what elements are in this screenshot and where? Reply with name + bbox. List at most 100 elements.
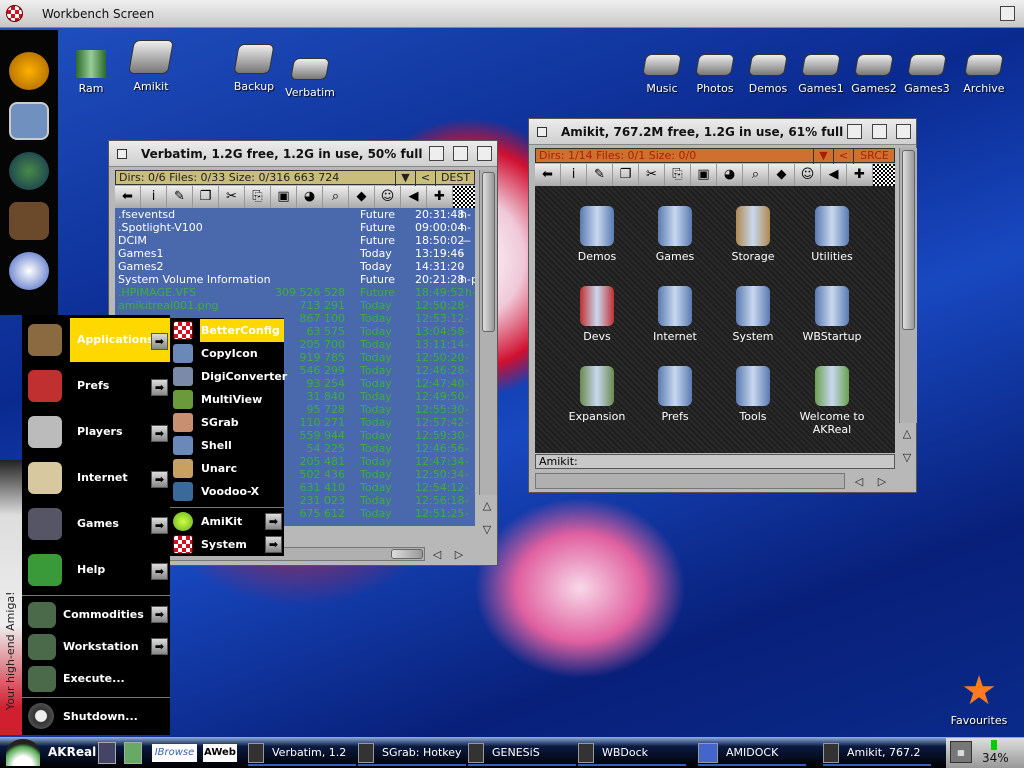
scroll-left-arrow[interactable]: ◁ [429,548,445,561]
task-button[interactable]: Amikit, 767.2 [823,739,931,766]
menu-item-commodities[interactable]: Commodities ➡ [22,599,170,631]
submenu-item-betterconfig[interactable]: BetterConfig [170,319,284,342]
image-view-icon[interactable]: ◆ [769,164,795,186]
portrait-icon[interactable]: ☺ [795,164,821,186]
amiga-boing-ball-icon[interactable] [6,5,23,22]
dir-row[interactable]: Games2 Today 14:31:20- [115,260,475,273]
task-button[interactable]: AMIDOCK [698,739,806,766]
task-button[interactable]: GENESiS [468,739,576,766]
depth-gadget[interactable] [896,124,911,139]
scroll-down-arrow[interactable]: ▽ [479,523,495,536]
dir-row[interactable]: .Spotlight-V100 Future 09:00:04 h- [115,221,475,234]
search-icon[interactable]: ⌕ [323,186,349,208]
info-icon[interactable]: i [141,186,167,208]
dock-app-icon[interactable] [9,52,49,90]
desktop-icon-photos[interactable]: Photos [685,54,745,95]
menu-item-prefs[interactable]: Prefs ➡ [22,364,170,408]
submenu-item-copyicon[interactable]: CopyIcon [170,342,284,365]
close-gadget[interactable] [537,127,547,137]
paste-clipboard-icon[interactable]: ⎘ [245,186,271,208]
menu-item-players[interactable]: Players ➡ [22,410,170,454]
scroll-down-arrow[interactable]: ▽ [899,451,915,464]
copy-icon[interactable]: ❐ [613,164,639,186]
desktop-icon-demos[interactable]: Demos [738,54,798,95]
scroll-right-arrow[interactable]: ▷ [451,548,467,561]
rename-pencil-icon[interactable]: ✎ [587,164,613,186]
search-icon[interactable]: ⌕ [743,164,769,186]
submenu-item-system[interactable]: System ➡ [170,533,284,556]
down-button[interactable]: ▼ [813,149,833,164]
scroll-up-arrow[interactable]: △ [479,499,495,512]
scroll-up-arrow[interactable]: △ [899,427,915,440]
drawer-icon-demos[interactable]: Demos [557,206,637,263]
drawer-icon-system[interactable]: System [713,286,793,343]
submenu-item-shell[interactable]: Shell [170,434,284,457]
portrait-icon[interactable]: ☺ [375,186,401,208]
submenu-item-voodoo-x[interactable]: Voodoo-X [170,480,284,503]
info-icon[interactable]: i [561,164,587,186]
window-title-bar[interactable]: Amikit, 767.2M free, 1.2G in use, 61% fu… [529,119,916,145]
speaker-icon[interactable]: ◀ [821,164,847,186]
window-title-bar[interactable]: Verbatim, 1.2G free, 1.2G in use, 50% fu… [109,141,497,167]
desktop-icon-games3[interactable]: Games3 [897,54,957,95]
start-button[interactable]: AKReal [4,739,96,766]
add-icon[interactable]: ✚ [847,164,873,186]
dir-row[interactable]: Games1 Today 13:19:46- [115,247,475,260]
screen-depth-gadget[interactable] [1000,6,1015,21]
pie-chart-icon[interactable]: ◕ [297,186,323,208]
dock-globe-icon[interactable] [9,152,49,190]
menu-item-execute[interactable]: Execute... [22,663,170,695]
add-icon[interactable]: ✚ [427,186,453,208]
dir-row[interactable]: .fseventsd Future 20:31:48 h- [115,208,475,221]
drawer-icon-prefs[interactable]: Prefs [635,366,715,423]
drawer-icon-internet[interactable]: Internet [635,286,715,343]
desktop-icon-amikit[interactable]: Amikit [121,40,181,93]
file-row[interactable]: .HPIMAGE.VFS 309 526 528 Future 18:49:52 h- [115,286,475,299]
desktop-icon-ram[interactable]: Ram [61,50,121,95]
menu-item-applications[interactable]: Applications ➡ [22,318,170,362]
dock-window-icon[interactable] [9,102,49,140]
vertical-scrollbar[interactable] [479,170,497,495]
rename-pencil-icon[interactable]: ✎ [167,186,193,208]
select-icon[interactable]: ▣ [691,164,717,186]
pie-chart-icon[interactable]: ◕ [717,164,743,186]
scroll-knob[interactable] [902,150,915,330]
depth-gadget[interactable] [477,146,492,161]
desktop-icon-games1[interactable]: Games1 [791,54,851,95]
copy-icon[interactable]: ❐ [193,186,219,208]
drawer-icon-devs[interactable]: Devs [557,286,637,343]
dock-chewbacca-icon[interactable] [9,202,49,240]
zoom-gadget[interactable] [453,146,468,161]
favourites-icon-wrapper[interactable]: ★ Favourites [944,668,1014,727]
paste-clipboard-icon[interactable]: ⎘ [665,164,691,186]
menu-item-help[interactable]: Help ➡ [22,548,170,592]
image-view-icon[interactable]: ◆ [349,186,375,208]
desktop-icon-backup[interactable]: Backup [224,44,284,93]
select-icon[interactable]: ▣ [271,186,297,208]
desktop-icon-music[interactable]: Music [632,54,692,95]
h-scroll-knob[interactable] [391,549,423,559]
drawer-icon-welcome-to-akreal[interactable]: Welcome to AKReal [792,366,872,436]
submenu-item-unarc[interactable]: Unarc [170,457,284,480]
drawer-icon-games[interactable]: Games [635,206,715,263]
dest-mode-button[interactable]: DEST [435,171,475,186]
launcher-pen-icon[interactable] [98,742,116,764]
submenu-item-digiconverter[interactable]: DigiConverter [170,365,287,388]
desktop-icon-games2[interactable]: Games2 [844,54,904,95]
submenu-item-amikit[interactable]: AmiKit ➡ [170,510,284,533]
close-gadget[interactable] [117,149,127,159]
desktop-icon-archive[interactable]: Archive [954,54,1014,95]
menu-item-games[interactable]: Games ➡ [22,502,170,546]
icon-area[interactable]: Demos Games Storage Utilities Devs Internet Sy… [535,186,895,453]
launcher-multiview-icon[interactable] [124,742,142,764]
zoom-gadget[interactable] [872,124,887,139]
submenu-item-multiview[interactable]: MultiView [170,388,284,411]
parent-button[interactable]: < [415,171,435,186]
dir-row[interactable]: DCIM Future 18:50:02— [115,234,475,247]
speaker-icon[interactable]: ◀ [401,186,427,208]
dir-row[interactable]: System Volume Information Future 20:21:28 h… [115,273,475,286]
vertical-scrollbar[interactable] [899,148,917,423]
drawer-icon-utilities[interactable]: Utilities [792,206,872,263]
scroll-right-arrow[interactable]: ▷ [874,475,890,488]
iconify-gadget[interactable] [847,124,862,139]
